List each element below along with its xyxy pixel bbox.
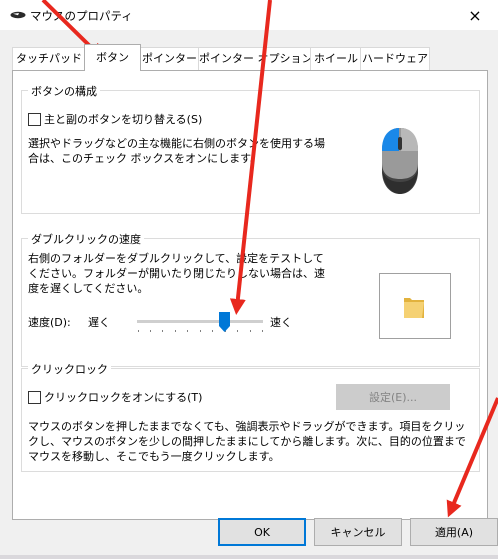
group-title-button-config: ボタンの構成 (28, 83, 100, 99)
tab-touchpad[interactable]: タッチパッド (12, 47, 86, 70)
cancel-button[interactable]: キャンセル (314, 518, 402, 546)
group-title-click-lock: クリックロック (28, 361, 111, 377)
click-lock-settings-button[interactable]: 設定(E)... (336, 384, 450, 410)
double-click-test-area[interactable] (379, 273, 451, 339)
apply-button[interactable]: 適用(A) (410, 518, 498, 546)
mouse-image (382, 128, 418, 194)
click-lock-description: マウスのボタンを押したままでなくても、強調表示やドラッグができます。項目をクリッ… (28, 420, 466, 463)
window-bottom-edge (0, 555, 498, 559)
close-button[interactable]: × (452, 0, 498, 30)
mouse-settings-icon (10, 11, 26, 19)
group-double-click-speed: ダブルクリックの速度 右側のフォルダーをダブルクリックして、設定をテストしてくだ… (21, 231, 480, 367)
tab-pointer-options[interactable]: ポインター オプション (198, 47, 313, 70)
double-click-speed-slider[interactable] (137, 320, 263, 323)
click-lock-checkbox[interactable] (28, 391, 41, 404)
click-lock-label[interactable]: クリックロックをオンにする(T) (44, 389, 202, 405)
mouse-properties-window: マウスのプロパティ × ボタンの構成 主と副のボタンを切り替える(S) 選択やド… (0, 0, 498, 559)
group-button-config: ボタンの構成 主と副のボタンを切り替える(S) 選択やドラッグなどの主な機能に右… (21, 83, 480, 214)
speed-label: 速度(D): (28, 316, 71, 329)
folder-icon (404, 298, 424, 318)
title-bar: マウスのプロパティ × (0, 0, 498, 30)
slider-ticks (138, 330, 263, 332)
close-icon: × (468, 5, 482, 25)
double-click-description: 右側のフォルダーをダブルクリックして、設定をテストしてください。フォルダーが開い… (28, 252, 325, 295)
tab-panel-buttons: ボタンの構成 主と副のボタンを切り替える(S) 選択やドラッグなどの主な機能に右… (12, 70, 488, 520)
slow-label: 遅く (88, 316, 110, 329)
switch-buttons-checkbox[interactable] (28, 113, 41, 126)
group-title-double-click: ダブルクリックの速度 (28, 231, 144, 247)
switch-buttons-label[interactable]: 主と副のボタンを切り替える(S) (44, 111, 202, 127)
tab-hardware[interactable]: ハードウェア (360, 47, 430, 70)
group-click-lock: クリックロック クリックロックをオンにする(T) 設定(E)... マウスのボタ… (21, 361, 480, 472)
tab-buttons[interactable]: ボタン (84, 44, 141, 71)
slider-thumb[interactable] (219, 312, 230, 332)
fast-label: 速く (270, 316, 292, 329)
tab-pointers[interactable]: ポインター (139, 47, 200, 70)
button-config-description: 選択やドラッグなどの主な機能に右側のボタンを使用する場合は、このチェック ボック… (28, 137, 325, 165)
tab-wheel[interactable]: ホイール (310, 47, 362, 70)
window-title: マウスのプロパティ (30, 9, 133, 23)
ok-button[interactable]: OK (218, 518, 306, 546)
